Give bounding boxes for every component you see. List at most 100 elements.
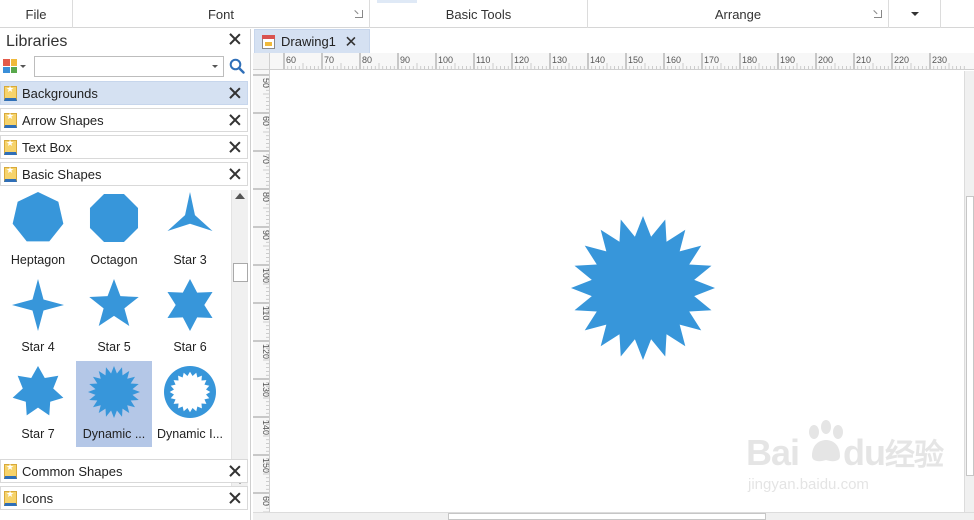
scroll-up-arrow-icon[interactable] <box>235 193 245 199</box>
vertical-scroll-thumb[interactable] <box>966 196 974 476</box>
shape-list-scrollbar[interactable] <box>231 190 248 488</box>
library-category-common-shapes[interactable]: Common Shapes <box>0 459 248 483</box>
ruler-tick-label: 140 <box>590 55 605 65</box>
ruler-tick-label: 190 <box>780 55 795 65</box>
ruler-tick-label: 50 <box>261 78 270 88</box>
canvas-horizontal-scrollbar[interactable] <box>253 512 974 520</box>
ruler-tick-label: 210 <box>856 55 871 65</box>
libraries-search-row <box>0 54 251 78</box>
close-icon <box>229 492 241 504</box>
category-label: Icons <box>22 491 54 506</box>
shape-star-6[interactable]: Star 6 <box>152 274 228 360</box>
ribbon-more-button[interactable] <box>889 0 941 28</box>
search-dropdown-chevron-icon[interactable] <box>212 65 218 68</box>
library-category-icon <box>4 84 17 101</box>
shape-label: Octagon <box>90 253 138 267</box>
category-close-button[interactable] <box>229 168 241 183</box>
category-close-button[interactable] <box>229 87 241 102</box>
library-category-basic-shapes[interactable]: Basic Shapes <box>0 162 248 186</box>
shape-octagon[interactable]: Octagon <box>76 187 152 273</box>
ruler-tick-label: 80 <box>362 55 372 65</box>
library-picker-button[interactable] <box>3 57 31 75</box>
shape-star-7[interactable]: Star 7 <box>0 361 76 447</box>
library-category-icon <box>4 111 17 128</box>
ribbon-file[interactable]: File <box>0 0 73 28</box>
dynamic-star-shape[interactable] <box>570 215 716 361</box>
ribbon-arrange-label: Arrange <box>714 6 762 22</box>
star-4-icon <box>12 279 64 331</box>
shape-label: Dynamic I... <box>157 427 223 441</box>
shape-heptagon[interactable]: Heptagon <box>0 187 76 273</box>
shape-star-5[interactable]: Star 5 <box>76 274 152 360</box>
library-category-icon <box>4 489 17 506</box>
chevron-down-icon <box>20 64 26 68</box>
close-icon <box>229 141 241 153</box>
ribbon-font-label: Font <box>207 6 234 22</box>
shape-star-4[interactable]: Star 4 <box>0 274 76 360</box>
arrange-dialog-launcher-icon[interactable] <box>874 10 882 18</box>
watermark-url: jingyan.baidu.com <box>748 476 869 493</box>
library-search-input[interactable] <box>34 56 224 77</box>
category-close-button[interactable] <box>229 465 241 480</box>
library-category-arrow-shapes[interactable]: Arrow Shapes <box>0 108 248 132</box>
libraries-close-button[interactable] <box>229 33 243 47</box>
document-icon <box>262 35 275 49</box>
ruler-tick-label: 80 <box>261 192 270 202</box>
search-icon[interactable] <box>229 58 245 74</box>
category-label: Basic Shapes <box>22 167 102 182</box>
library-category-icons[interactable]: Icons <box>0 486 248 510</box>
ruler-tick-label: 60 <box>286 55 296 65</box>
category-close-button[interactable] <box>229 141 241 156</box>
star-5-icon <box>89 279 139 327</box>
ribbon-group-arrange: Arrange <box>588 0 889 28</box>
shape-label: Star 7 <box>21 427 55 441</box>
category-close-button[interactable] <box>229 114 241 129</box>
dynamic-inner-star-icon <box>164 366 216 418</box>
dynamic-star-icon <box>88 366 140 418</box>
ruler-tick-label: 70 <box>324 55 334 65</box>
shape-dynamic-star[interactable]: Dynamic ... <box>76 361 152 447</box>
ruler-tick-label: 180 <box>742 55 757 65</box>
ruler-tick-label: 60 <box>261 116 270 126</box>
ribbon-group-font: Font <box>73 0 370 28</box>
tab-close-button[interactable] <box>346 37 356 49</box>
scroll-thumb[interactable] <box>233 263 248 282</box>
star-7-icon <box>12 366 64 416</box>
shape-label: Star 6 <box>173 340 207 354</box>
ruler-tick-label: 200 <box>818 55 833 65</box>
shape-dynamic-inner-star[interactable]: Dynamic I... <box>152 361 228 447</box>
libraries-panel: Libraries Backgrounds Arrow Shapes <box>0 29 251 520</box>
ruler-corner <box>253 53 270 70</box>
library-category-icon <box>4 462 17 479</box>
baidu-watermark: Bai du经验 jingyan.baidu.com <box>746 410 966 500</box>
library-category-icon <box>4 138 17 155</box>
category-close-button[interactable] <box>229 492 241 507</box>
ruler-tick-label: 60 <box>261 496 270 506</box>
shape-star-3[interactable]: Star 3 <box>152 187 228 273</box>
heptagon-icon <box>12 192 64 242</box>
ruler-tick-label: 230 <box>932 55 947 65</box>
vertical-ruler: 50 60 70 80 90 100 110 120 130 140 150 60 <box>253 70 270 512</box>
ribbon-accent <box>377 0 417 3</box>
ruler-tick-label: 160 <box>666 55 681 65</box>
font-dialog-launcher-icon[interactable] <box>355 10 363 18</box>
shape-label: Star 3 <box>173 253 207 267</box>
horizontal-ruler: 60 70 80 90 100 110 120 130 140 150 160 170 180 190 20… <box>270 53 974 70</box>
tab-drawing1[interactable]: Drawing1 <box>254 29 370 53</box>
category-label: Common Shapes <box>22 464 123 479</box>
category-label: Text Box <box>22 140 72 155</box>
ribbon-basic-tools-label: Basic Tools <box>445 6 512 22</box>
close-icon <box>229 33 241 45</box>
ruler-tick-label: 90 <box>400 55 410 65</box>
ruler-tick-label: 170 <box>704 55 719 65</box>
library-category-backgrounds[interactable]: Backgrounds <box>0 81 248 105</box>
shape-label: Dynamic ... <box>82 427 146 441</box>
close-icon <box>229 87 241 99</box>
ruler-tick-label: 100 <box>261 268 270 283</box>
library-category-icon <box>4 165 17 182</box>
library-grid-icon <box>3 59 17 73</box>
shape-label: Heptagon <box>10 253 66 267</box>
library-category-text-box[interactable]: Text Box <box>0 135 248 159</box>
horizontal-scroll-thumb[interactable] <box>448 513 766 520</box>
paw-icon <box>809 420 843 462</box>
